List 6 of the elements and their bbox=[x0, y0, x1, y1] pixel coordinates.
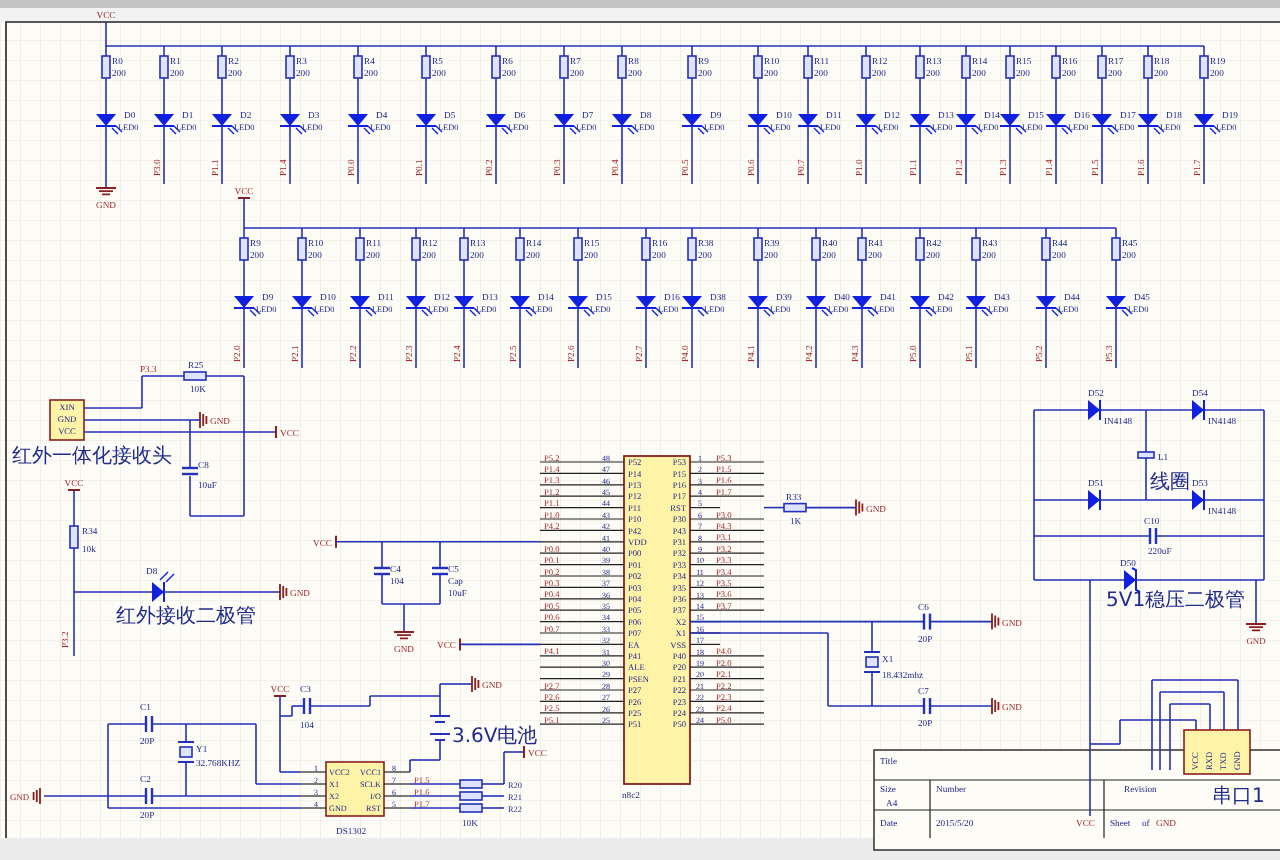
component-caption: 红外一体化接收头 bbox=[12, 446, 172, 468]
connector-caption: 串口1 bbox=[1212, 786, 1265, 808]
component-caption: 红外接收二极管 bbox=[116, 606, 256, 628]
component-caption: 5V1稳压二极管 bbox=[1106, 590, 1246, 612]
component-caption: 3.6V电池 bbox=[452, 726, 538, 748]
coil-caption: 线圈 bbox=[1150, 472, 1190, 494]
